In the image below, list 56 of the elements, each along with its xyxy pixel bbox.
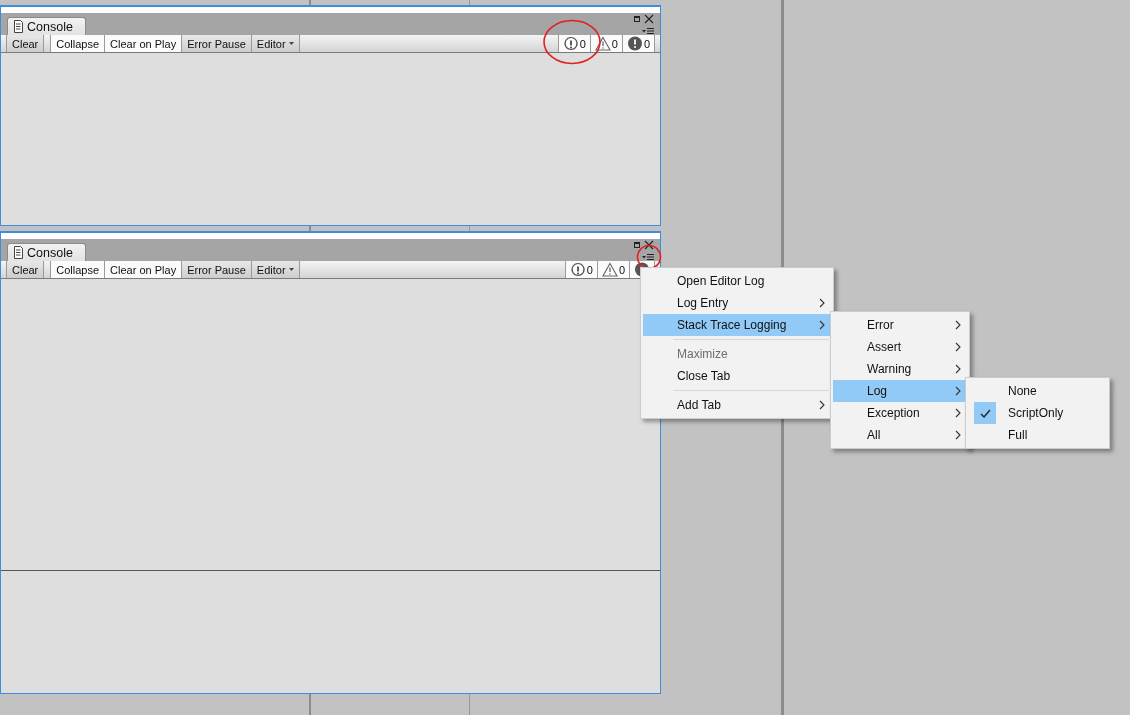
menu-item[interactable]: Assert xyxy=(833,336,967,358)
warning-icon xyxy=(594,36,611,51)
chevron-right-icon xyxy=(819,400,825,410)
toolbar-button[interactable]: Error Pause xyxy=(182,261,252,278)
info-toggle[interactable]: 0 xyxy=(557,35,590,52)
info-icon xyxy=(562,36,579,51)
error-toggle[interactable]: 0 xyxy=(621,35,655,52)
close-icon[interactable] xyxy=(644,14,654,24)
menu-icon[interactable] xyxy=(642,26,654,35)
chevron-right-icon xyxy=(955,386,961,396)
menu-item[interactable]: Exception xyxy=(833,402,967,424)
highlight-circle xyxy=(542,19,602,65)
maximize-icon[interactable] xyxy=(634,16,640,22)
menu-item[interactable]: Log xyxy=(833,380,967,402)
warning-icon xyxy=(601,262,618,277)
chevron-right-icon xyxy=(955,320,961,330)
caret-icon xyxy=(288,42,294,45)
close-icon[interactable] xyxy=(644,240,654,250)
chevron-right-icon xyxy=(819,320,825,330)
toolbar-button[interactable]: Collapse xyxy=(50,35,106,52)
warning-toggle[interactable]: 0 xyxy=(596,261,629,278)
toolbar-button[interactable]: Clear on Play xyxy=(105,261,183,278)
chevron-right-icon xyxy=(955,342,961,352)
chevron-right-icon xyxy=(955,364,961,374)
menu-item[interactable]: Error xyxy=(833,314,967,336)
document-icon xyxy=(13,246,24,259)
highlight-circle xyxy=(636,244,662,270)
menu-item[interactable]: Warning xyxy=(833,358,967,380)
menu-item[interactable]: None xyxy=(968,380,1107,402)
chevron-right-icon xyxy=(955,408,961,418)
info-toggle[interactable]: 0 xyxy=(564,261,597,278)
editor-dropdown[interactable]: Editor xyxy=(251,35,300,52)
maximize-icon[interactable] xyxy=(634,242,640,248)
menu-icon[interactable] xyxy=(642,252,654,261)
menu-item[interactable]: Add Tab xyxy=(643,394,831,416)
toolbar-button[interactable]: Error Pause xyxy=(182,35,252,52)
chevron-right-icon xyxy=(819,298,825,308)
console-tab[interactable]: Console xyxy=(7,17,86,35)
toolbar-button[interactable]: Clear xyxy=(6,35,45,52)
info-icon xyxy=(569,262,586,277)
editor-dropdown[interactable]: Editor xyxy=(251,261,300,278)
menu-item[interactable]: Log Entry xyxy=(643,292,831,314)
menu-item[interactable]: ScriptOnly xyxy=(968,402,1107,424)
chevron-right-icon xyxy=(955,430,961,440)
menu-item[interactable]: Close Tab xyxy=(643,365,831,387)
toolbar-button[interactable]: Clear on Play xyxy=(105,35,183,52)
toolbar-button[interactable]: Collapse xyxy=(50,261,106,278)
menu-item[interactable]: Full xyxy=(968,424,1107,446)
toolbar-button[interactable]: Clear xyxy=(6,261,45,278)
menu-item[interactable]: Open Editor Log xyxy=(643,270,831,292)
menu-item[interactable]: All xyxy=(833,424,967,446)
error-icon xyxy=(626,36,643,51)
caret-icon xyxy=(288,268,294,271)
menu-item[interactable]: Stack Trace Logging xyxy=(643,314,831,336)
console-tab[interactable]: Console xyxy=(7,243,86,261)
document-icon xyxy=(13,20,24,33)
